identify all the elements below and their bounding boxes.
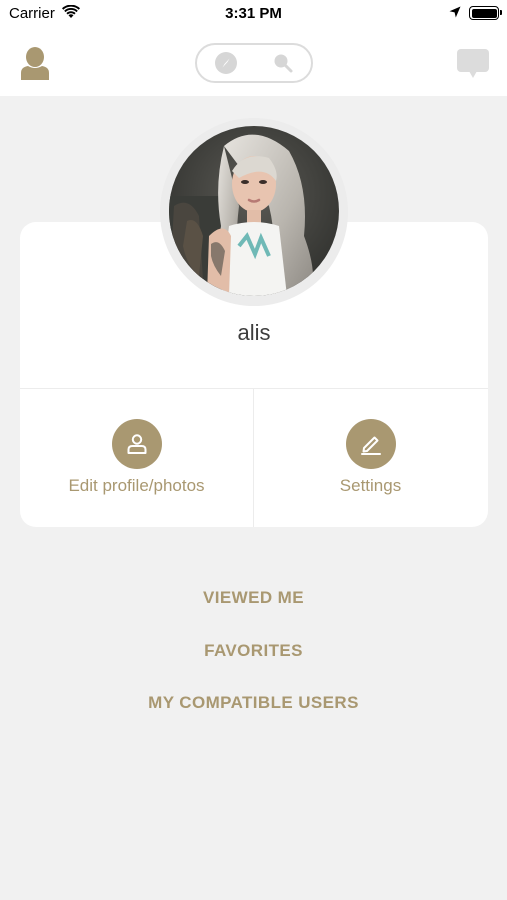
search-icon[interactable] (272, 52, 294, 74)
profile-icon[interactable] (20, 46, 50, 80)
profile-name: alis (237, 320, 271, 345)
edit-profile-button[interactable]: Edit profile/photos (20, 389, 253, 527)
pencil-icon (360, 436, 381, 455)
location-arrow-icon (449, 6, 461, 18)
status-time: 3:31 PM (225, 5, 282, 22)
profile-screen: Carrier 3:31 PM alis Edit profile/photos… (0, 0, 507, 900)
viewed-me-link[interactable]: VIEWED ME (0, 588, 507, 608)
settings-button[interactable]: Settings (254, 389, 487, 527)
compatible-users-link[interactable]: MY COMPATIBLE USERS (0, 693, 507, 713)
edit-profile-circle (111, 419, 162, 469)
battery-icon (469, 6, 502, 20)
edit-profile-label: Edit profile/photos (68, 476, 205, 495)
nav-bar (0, 28, 507, 96)
settings-label: Settings (339, 476, 402, 495)
view-switcher (195, 43, 313, 83)
person-icon (127, 434, 146, 454)
status-bar: Carrier 3:31 PM (0, 0, 507, 28)
favorites-link[interactable]: FAVORITES (0, 641, 507, 661)
compass-icon[interactable] (215, 52, 237, 74)
chat-icon[interactable] (456, 48, 490, 80)
settings-circle (345, 419, 396, 469)
avatar[interactable] (169, 126, 339, 296)
